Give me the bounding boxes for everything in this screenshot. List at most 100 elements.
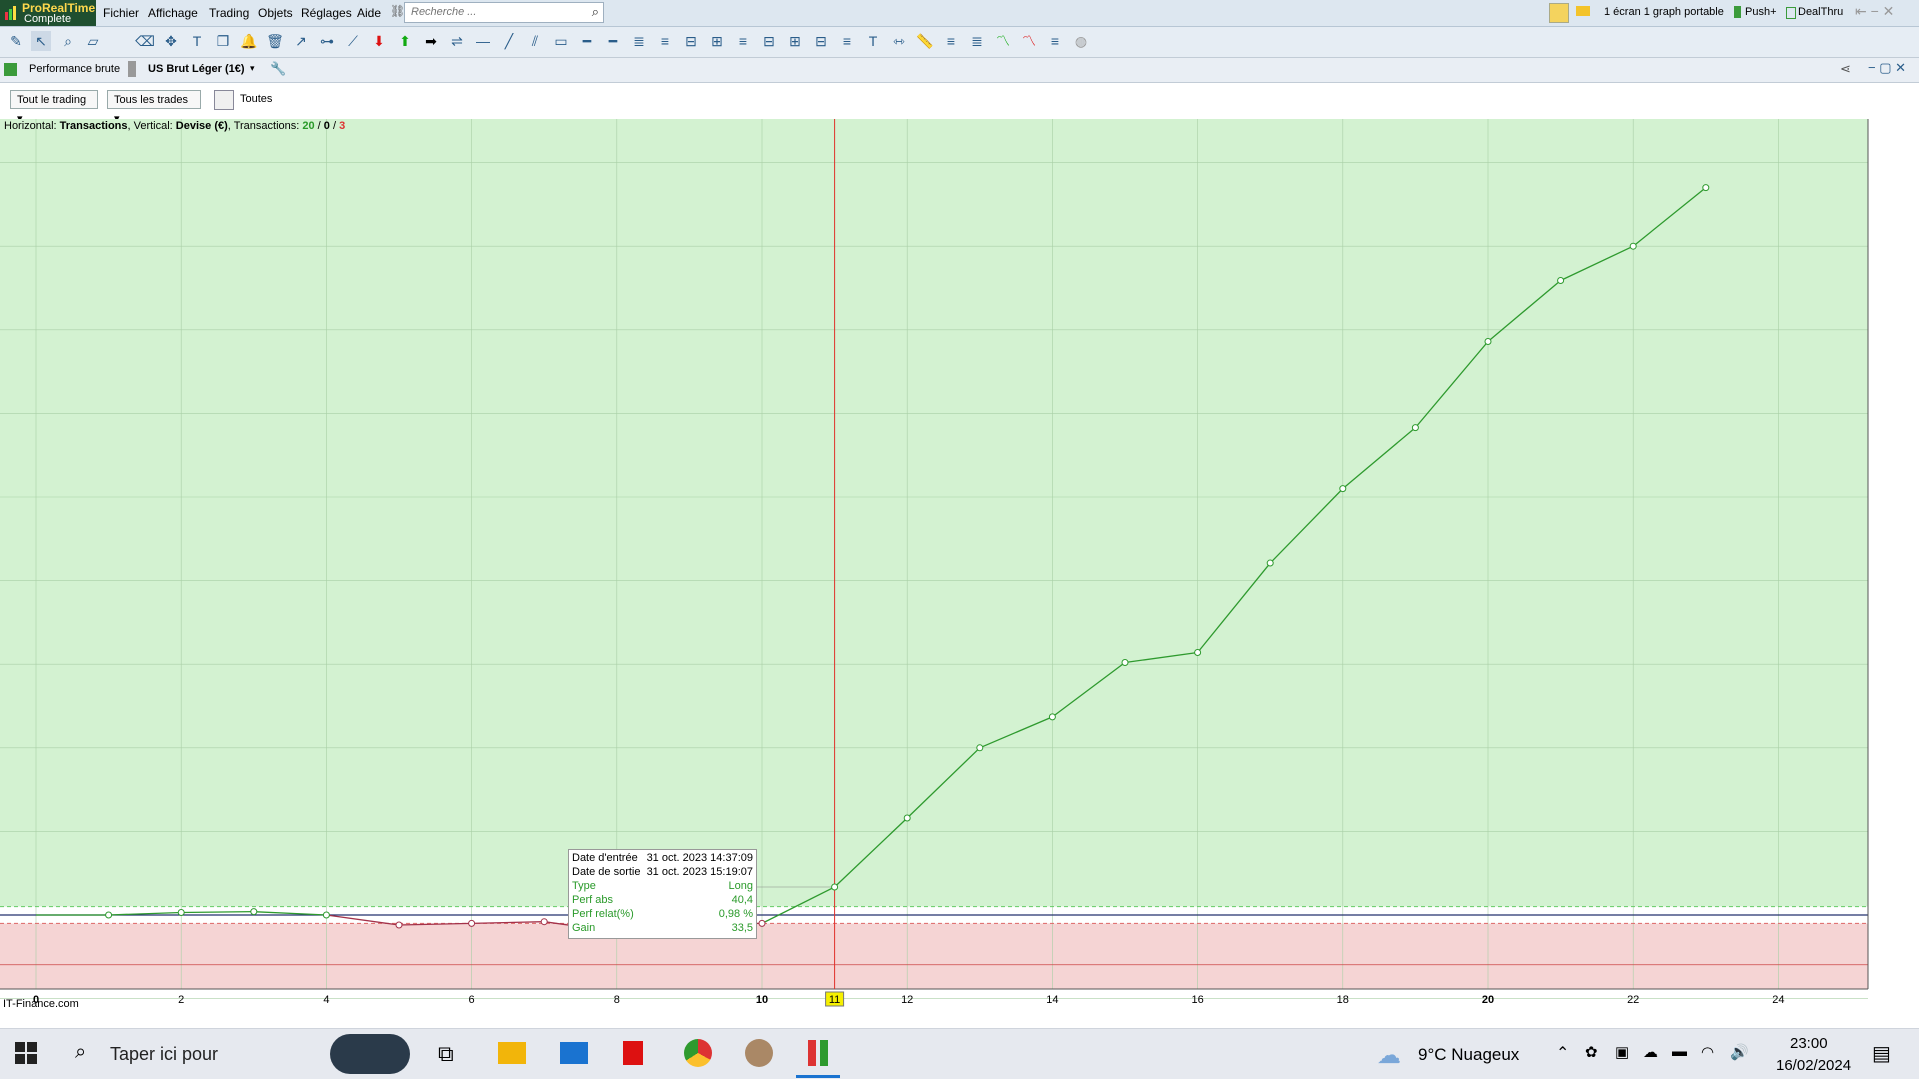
menu-affichage[interactable]: Affichage <box>148 6 198 20</box>
instrument-selector[interactable]: US Brut Léger (1€) <box>148 63 245 75</box>
copy-tool-icon[interactable]: ❐ <box>213 31 233 51</box>
search-input[interactable] <box>409 5 583 19</box>
data-point <box>831 883 839 891</box>
share-icon[interactable]: ⋖ <box>1840 61 1851 77</box>
grip-icon[interactable] <box>128 61 136 77</box>
move-tool-icon[interactable]: ✥ <box>161 31 181 51</box>
task-view-icon[interactable]: ⧉ <box>438 1041 454 1067</box>
app-icon[interactable] <box>745 1039 773 1067</box>
ruler2-tool-icon[interactable]: 📏 <box>915 31 935 51</box>
cycle-tool-icon[interactable]: ≡ <box>837 31 857 51</box>
fibo-retrace-icon[interactable]: ≡ <box>655 31 675 51</box>
hline-tool-icon[interactable]: ⇌ <box>447 31 467 51</box>
up-arrow-icon[interactable]: ⬆ <box>395 31 415 51</box>
data-point <box>903 814 911 822</box>
eraser-tool-icon[interactable]: ⌫ <box>135 31 155 51</box>
levels2-tool-icon[interactable]: ≣ <box>967 31 987 51</box>
delete-tool-icon[interactable]: 🗑 <box>265 31 285 51</box>
chrome-icon[interactable] <box>684 1039 712 1067</box>
search-box[interactable]: ⌕ <box>404 2 604 23</box>
instrument-dropdown-icon[interactable]: ▾ <box>250 63 255 74</box>
wifi-icon[interactable]: ◠ <box>1701 1043 1714 1061</box>
clock-date[interactable]: 16/02/2024 <box>1776 1057 1851 1074</box>
tray-chevron-icon[interactable]: ⌃ <box>1556 1043 1569 1063</box>
tt-row-perf-abs: Perf abs 40,4 <box>572 894 753 908</box>
measure-tool-icon[interactable]: ⇿ <box>889 31 909 51</box>
push-button[interactable]: Push+ <box>1745 6 1777 18</box>
globe-tool-icon[interactable]: ◍ <box>1071 31 1091 51</box>
pattern-tool-icon[interactable]: 〽 <box>993 31 1013 51</box>
pencil-icon[interactable] <box>1549 3 1569 23</box>
mail-icon[interactable] <box>560 1042 588 1064</box>
layout-label[interactable]: 1 écran 1 graph portable <box>1604 6 1724 18</box>
trendline-tool-icon[interactable]: ╱ <box>499 31 519 51</box>
pencil-tool-icon[interactable]: ✎ <box>6 31 26 51</box>
period-filter[interactable]: Toutes <box>240 93 272 105</box>
search-icon[interactable]: ⌕ <box>592 4 599 20</box>
fibo-ext-icon[interactable]: ⊟ <box>681 31 701 51</box>
notification-icon[interactable]: ▤ <box>1872 1041 1891 1066</box>
regression-tool-icon[interactable]: ⊟ <box>811 31 831 51</box>
levels-tool-icon[interactable]: ≡ <box>941 31 961 51</box>
info-vertical: Devise (€) <box>175 120 228 132</box>
zoom-tool-icon[interactable]: ⌕ <box>58 31 78 51</box>
rectangle-tool-icon[interactable]: ▭ <box>551 31 571 51</box>
tray-app-icon[interactable]: ✿ <box>1585 1043 1598 1061</box>
gift-icon[interactable] <box>623 1041 643 1065</box>
tray-meet-icon[interactable]: ▣ <box>1615 1043 1629 1061</box>
list-tool-icon[interactable]: ≡ <box>1045 31 1065 51</box>
alert-tool-icon[interactable]: 🔔 <box>239 31 259 51</box>
volume-icon[interactable]: 🔊 <box>1730 1043 1749 1061</box>
chart-title[interactable]: Performance brute <box>29 63 120 75</box>
push-icon <box>1734 6 1741 18</box>
explorer-icon[interactable] <box>498 1042 526 1064</box>
text-tool-icon[interactable]: T <box>187 31 207 51</box>
gann-tool-icon[interactable]: ⊟ <box>759 31 779 51</box>
message-icon[interactable] <box>1576 6 1590 16</box>
arrow-tool-icon[interactable]: ↗ <box>291 31 311 51</box>
cyan-line-icon[interactable]: ━ <box>603 31 623 51</box>
trading-filter[interactable]: Tout le trading ▾ <box>10 90 98 125</box>
fibonacci-tool-icon[interactable]: ≣ <box>629 31 649 51</box>
prorealtime-taskbar-icon[interactable] <box>808 1040 828 1066</box>
menu-objets[interactable]: Objets <box>258 6 293 20</box>
purple-line-icon[interactable]: ━ <box>577 31 597 51</box>
windows-start-icon[interactable] <box>15 1042 37 1064</box>
x-axis-area <box>0 989 1870 1009</box>
chart-window-controls-icon[interactable]: − ▢ ✕ <box>1868 60 1906 76</box>
pointer-tool-icon[interactable]: ↖ <box>31 31 51 51</box>
menu-trading[interactable]: Trading <box>209 6 249 20</box>
label-tool-icon[interactable]: T <box>863 31 883 51</box>
line-tool-icon[interactable]: ⟋ <box>343 31 363 51</box>
trades-filter[interactable]: Tous les trades ▾ <box>107 90 201 125</box>
window-controls-icon[interactable]: ⇤ − ✕ <box>1855 3 1894 20</box>
taskbar-search-icon[interactable]: ⌕ <box>75 1041 86 1064</box>
logo-icon <box>5 6 16 20</box>
channel-tool-icon[interactable]: ⫽ <box>525 31 545 51</box>
ruler-tool-icon[interactable]: ▱ <box>83 31 103 51</box>
fibo-arc-icon[interactable]: ≡ <box>733 31 753 51</box>
pattern2-tool-icon[interactable]: 〽 <box>1019 31 1039 51</box>
dealthru-button[interactable]: DealThru <box>1798 6 1843 18</box>
weather-text[interactable]: 9°C Nuageux <box>1418 1045 1519 1065</box>
wrench-icon[interactable]: 🔧 <box>270 61 286 77</box>
pitchfork-tool-icon[interactable]: ⊞ <box>785 31 805 51</box>
menu-aide[interactable]: Aide <box>357 6 381 20</box>
clock-time[interactable]: 23:00 <box>1790 1035 1828 1052</box>
tt-row-entry: Date d'entrée 31 oct. 2023 14:37:09 <box>572 852 753 866</box>
segment-tool-icon[interactable]: ⊶ <box>317 31 337 51</box>
equity-chart[interactable]: -100100200300400500600700800900 02468101… <box>0 119 1870 1009</box>
calendar-icon[interactable] <box>214 90 234 110</box>
taskbar-search[interactable]: Taper ici pour <box>110 1044 218 1065</box>
down-arrow-icon[interactable]: ⬇ <box>369 31 389 51</box>
lock-icon[interactable]: ⛓ <box>390 4 405 18</box>
data-point <box>758 919 766 927</box>
x-tick-label: 18 <box>1337 994 1349 1006</box>
fibo-fan-icon[interactable]: ⊞ <box>707 31 727 51</box>
battery-icon[interactable]: ▬ <box>1672 1043 1687 1060</box>
horizontal-line-icon[interactable]: — <box>473 31 493 51</box>
right-arrow-icon[interactable]: ➡ <box>421 31 441 51</box>
tray-cloud-icon[interactable]: ☁ <box>1643 1043 1658 1061</box>
menu-reglages[interactable]: Réglages <box>301 6 352 20</box>
menu-fichier[interactable]: Fichier <box>103 6 139 20</box>
